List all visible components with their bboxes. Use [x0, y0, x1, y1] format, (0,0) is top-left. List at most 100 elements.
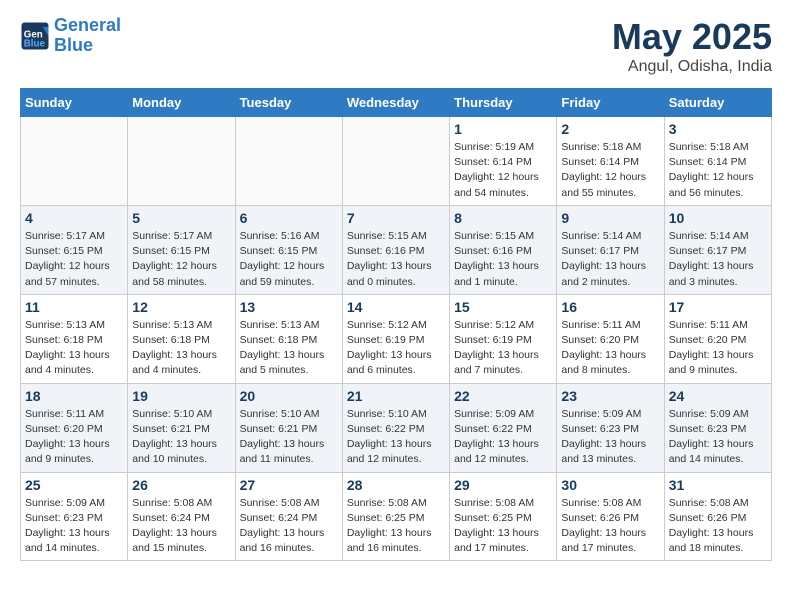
calendar-week-row: 18 Sunrise: 5:11 AMSunset: 6:20 PMDayligh…: [21, 383, 772, 472]
table-row: 29 Sunrise: 5:08 AMSunset: 6:25 PMDayligh…: [450, 472, 557, 561]
day-number: 27: [240, 477, 338, 493]
day-number: 18: [25, 388, 123, 404]
table-row: 18 Sunrise: 5:11 AMSunset: 6:20 PMDayligh…: [21, 383, 128, 472]
table-row: 6 Sunrise: 5:16 AMSunset: 6:15 PMDaylight…: [235, 205, 342, 294]
table-row: 1 Sunrise: 5:19 AMSunset: 6:14 PMDaylight…: [450, 117, 557, 206]
day-number: 28: [347, 477, 445, 493]
table-row: [128, 117, 235, 206]
table-row: 12 Sunrise: 5:13 AMSunset: 6:18 PMDayligh…: [128, 294, 235, 383]
col-saturday: Saturday: [664, 89, 771, 117]
table-row: 19 Sunrise: 5:10 AMSunset: 6:21 PMDayligh…: [128, 383, 235, 472]
table-row: 22 Sunrise: 5:09 AMSunset: 6:22 PMDayligh…: [450, 383, 557, 472]
table-row: 3 Sunrise: 5:18 AMSunset: 6:14 PMDaylight…: [664, 117, 771, 206]
day-number: 26: [132, 477, 230, 493]
day-number: 2: [561, 121, 659, 137]
day-info: Sunrise: 5:08 AMSunset: 6:25 PMDaylight:…: [454, 496, 552, 557]
day-number: 22: [454, 388, 552, 404]
col-sunday: Sunday: [21, 89, 128, 117]
day-number: 7: [347, 210, 445, 226]
day-info: Sunrise: 5:08 AMSunset: 6:24 PMDaylight:…: [240, 496, 338, 557]
day-info: Sunrise: 5:18 AMSunset: 6:14 PMDaylight:…: [669, 140, 767, 201]
col-friday: Friday: [557, 89, 664, 117]
title-block: May 2025 Angul, Odisha, India: [612, 16, 772, 76]
table-row: 10Sunrise: 5:14 AMSunset: 6:17 PMDayligh…: [664, 205, 771, 294]
day-number: 21: [347, 388, 445, 404]
svg-text:Blue: Blue: [24, 38, 46, 49]
day-number: 19: [132, 388, 230, 404]
day-number: 13: [240, 299, 338, 315]
table-row: 26Sunrise: 5:08 AMSunset: 6:24 PMDayligh…: [128, 472, 235, 561]
table-row: 20Sunrise: 5:10 AMSunset: 6:21 PMDayligh…: [235, 383, 342, 472]
day-info: Sunrise: 5:16 AMSunset: 6:15 PMDaylight:…: [240, 229, 338, 290]
day-info: Sunrise: 5:09 AMSunset: 6:22 PMDaylight:…: [454, 407, 552, 468]
day-info: Sunrise: 5:10 AMSunset: 6:21 PMDaylight:…: [132, 407, 230, 468]
day-number: 12: [132, 299, 230, 315]
day-info: Sunrise: 5:10 AMSunset: 6:22 PMDaylight:…: [347, 407, 445, 468]
day-number: 5: [132, 210, 230, 226]
day-info: Sunrise: 5:18 AMSunset: 6:14 PMDaylight:…: [561, 140, 659, 201]
table-row: 5 Sunrise: 5:17 AMSunset: 6:15 PMDaylight…: [128, 205, 235, 294]
day-number: 25: [25, 477, 123, 493]
calendar-header-row: Sunday Monday Tuesday Wednesday Thursday…: [21, 89, 772, 117]
logo-line1: General: [54, 15, 121, 35]
table-row: [342, 117, 449, 206]
day-info: Sunrise: 5:14 AMSunset: 6:17 PMDaylight:…: [561, 229, 659, 290]
day-number: 20: [240, 388, 338, 404]
page: Gen Blue General Blue May 2025 Angul, Od…: [0, 0, 792, 577]
calendar-week-row: 25 Sunrise: 5:09 AMSunset: 6:23 PMDayligh…: [21, 472, 772, 561]
table-row: 7 Sunrise: 5:15 AMSunset: 6:16 PMDaylight…: [342, 205, 449, 294]
day-info: Sunrise: 5:11 AMSunset: 6:20 PMDaylight:…: [25, 407, 123, 468]
table-row: 28 Sunrise: 5:08 AMSunset: 6:25 PMDayligh…: [342, 472, 449, 561]
table-row: 15 Sunrise: 5:12 AMSunset: 6:19 PMDayligh…: [450, 294, 557, 383]
day-number: 6: [240, 210, 338, 226]
table-row: 21 Sunrise: 5:10 AMSunset: 6:22 PMDayligh…: [342, 383, 449, 472]
day-number: 16: [561, 299, 659, 315]
day-info: Sunrise: 5:17 AMSunset: 6:15 PMDaylight:…: [25, 229, 123, 290]
day-number: 4: [25, 210, 123, 226]
calendar-week-row: 4 Sunrise: 5:17 AMSunset: 6:15 PMDaylight…: [21, 205, 772, 294]
logo-icon: Gen Blue: [20, 21, 50, 51]
day-number: 9: [561, 210, 659, 226]
table-row: 17 Sunrise: 5:11 AMSunset: 6:20 PMDayligh…: [664, 294, 771, 383]
day-info: Sunrise: 5:13 AMSunset: 6:18 PMDaylight:…: [132, 318, 230, 379]
table-row: 8Sunrise: 5:15 AMSunset: 6:16 PMDaylight…: [450, 205, 557, 294]
logo: Gen Blue General Blue: [20, 16, 121, 56]
day-info: Sunrise: 5:08 AMSunset: 6:26 PMDaylight:…: [669, 496, 767, 557]
day-info: Sunrise: 5:15 AMSunset: 6:16 PMDaylight:…: [347, 229, 445, 290]
calendar-week-row: 11Sunrise: 5:13 AMSunset: 6:18 PMDayligh…: [21, 294, 772, 383]
day-info: Sunrise: 5:19 AMSunset: 6:14 PMDaylight:…: [454, 140, 552, 201]
logo-name: General Blue: [54, 16, 121, 56]
day-number: 17: [669, 299, 767, 315]
day-info: Sunrise: 5:13 AMSunset: 6:18 PMDaylight:…: [25, 318, 123, 379]
table-row: 27 Sunrise: 5:08 AMSunset: 6:24 PMDayligh…: [235, 472, 342, 561]
day-info: Sunrise: 5:15 AMSunset: 6:16 PMDaylight:…: [454, 229, 552, 290]
day-number: 1: [454, 121, 552, 137]
day-info: Sunrise: 5:17 AMSunset: 6:15 PMDaylight:…: [132, 229, 230, 290]
day-number: 3: [669, 121, 767, 137]
table-row: 9 Sunrise: 5:14 AMSunset: 6:17 PMDaylight…: [557, 205, 664, 294]
day-number: 29: [454, 477, 552, 493]
day-info: Sunrise: 5:11 AMSunset: 6:20 PMDaylight:…: [669, 318, 767, 379]
day-number: 30: [561, 477, 659, 493]
table-row: 13 Sunrise: 5:13 AMSunset: 6:18 PMDayligh…: [235, 294, 342, 383]
day-number: 10: [669, 210, 767, 226]
table-row: 30Sunrise: 5:08 AMSunset: 6:26 PMDayligh…: [557, 472, 664, 561]
day-info: Sunrise: 5:08 AMSunset: 6:25 PMDaylight:…: [347, 496, 445, 557]
day-number: 23: [561, 388, 659, 404]
day-info: Sunrise: 5:12 AMSunset: 6:19 PMDaylight:…: [454, 318, 552, 379]
day-info: Sunrise: 5:13 AMSunset: 6:18 PMDaylight:…: [240, 318, 338, 379]
table-row: 11Sunrise: 5:13 AMSunset: 6:18 PMDayligh…: [21, 294, 128, 383]
table-row: 31Sunrise: 5:08 AMSunset: 6:26 PMDayligh…: [664, 472, 771, 561]
day-number: 24: [669, 388, 767, 404]
day-info: Sunrise: 5:09 AMSunset: 6:23 PMDaylight:…: [561, 407, 659, 468]
calendar-week-row: 1 Sunrise: 5:19 AMSunset: 6:14 PMDaylight…: [21, 117, 772, 206]
col-monday: Monday: [128, 89, 235, 117]
calendar: Sunday Monday Tuesday Wednesday Thursday…: [20, 88, 772, 561]
calendar-body: 1 Sunrise: 5:19 AMSunset: 6:14 PMDaylight…: [21, 117, 772, 561]
location: Angul, Odisha, India: [612, 58, 772, 76]
header: Gen Blue General Blue May 2025 Angul, Od…: [20, 16, 772, 76]
day-number: 15: [454, 299, 552, 315]
day-info: Sunrise: 5:09 AMSunset: 6:23 PMDaylight:…: [25, 496, 123, 557]
table-row: 25 Sunrise: 5:09 AMSunset: 6:23 PMDayligh…: [21, 472, 128, 561]
logo-line2: Blue: [54, 35, 93, 55]
